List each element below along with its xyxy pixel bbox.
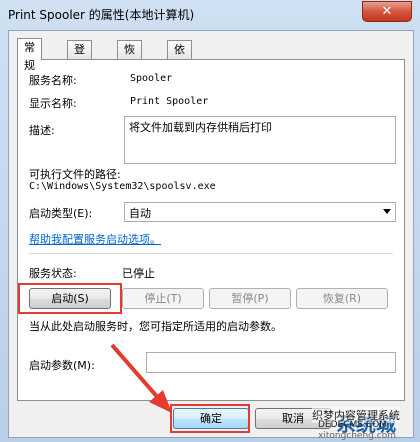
watermark-line4: xitongcheng.com bbox=[318, 431, 396, 441]
watermark-line3: DEDECMS.COM bbox=[318, 420, 387, 430]
red-arrow-icon bbox=[110, 343, 172, 413]
service-properties-window: Print Spooler 的属性(本地计算机) ✕ 常规 登录 恢复 依存关系… bbox=[0, 0, 420, 442]
tab-general[interactable]: 常规 bbox=[17, 38, 42, 72]
